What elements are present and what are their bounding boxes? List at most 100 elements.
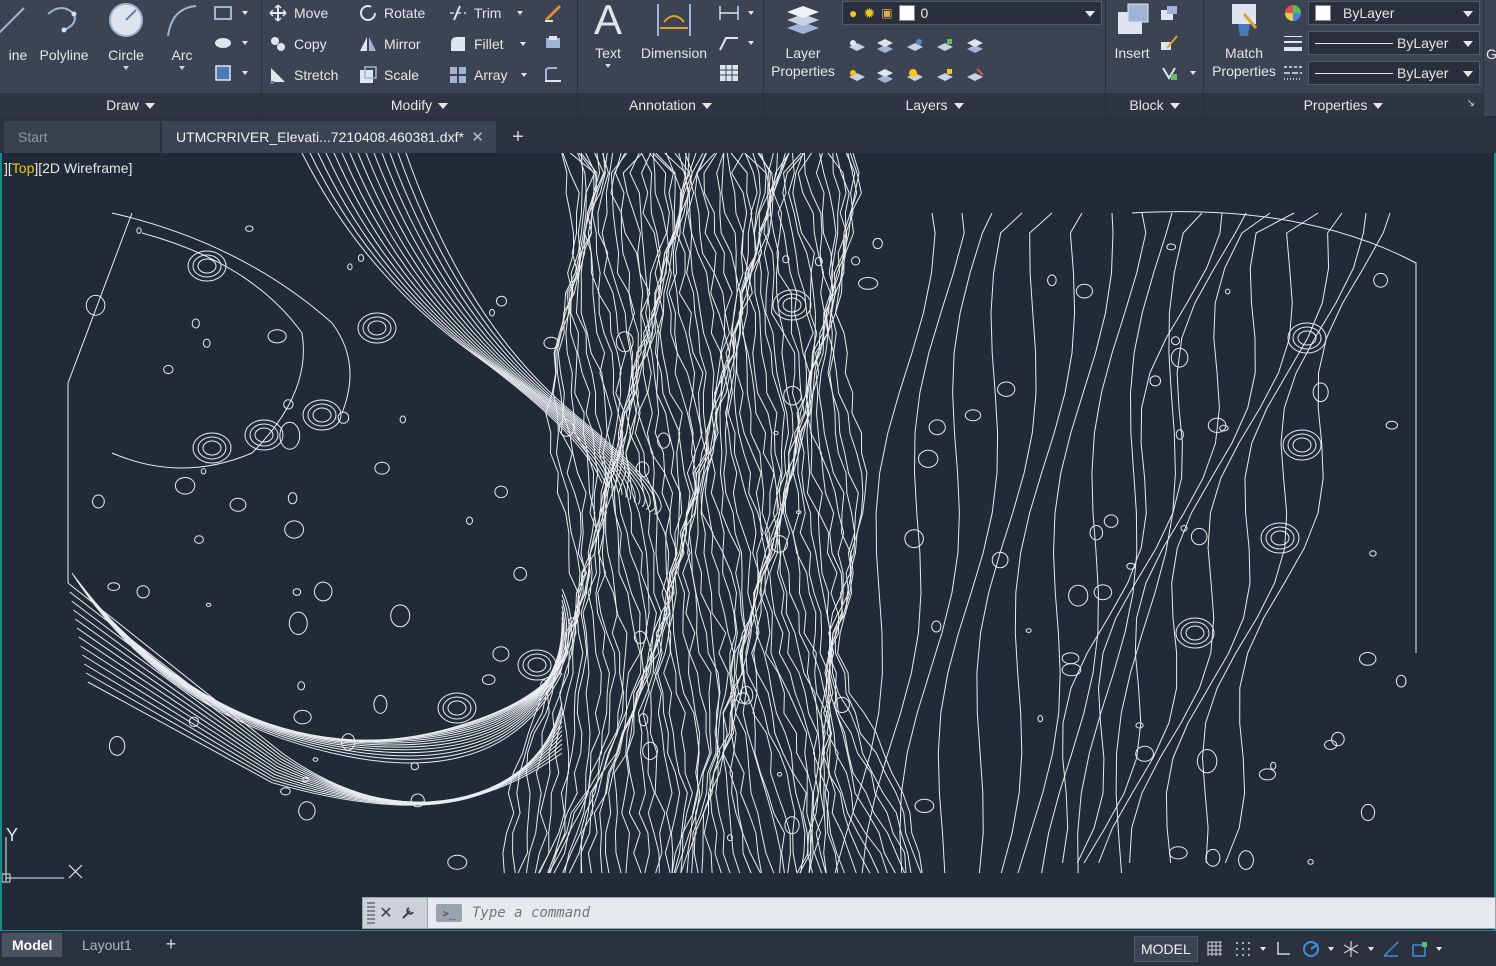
tab-layout1[interactable]: Layout1 (72, 933, 142, 957)
new-tab-button[interactable]: + (505, 127, 531, 149)
visual-style-label[interactable]: 2D Wireframe (42, 160, 128, 176)
object-snap-caret[interactable] (1435, 947, 1442, 951)
command-input[interactable] (472, 905, 872, 921)
dimension-tool[interactable]: Dimension (636, 0, 712, 62)
isodraft-icon[interactable] (1340, 938, 1362, 960)
panel-launcher-icon[interactable]: ↘ (1467, 98, 1475, 109)
layer-dropdown[interactable]: ● ✹ ▣ 0 (842, 1, 1102, 25)
hatch-caret[interactable] (242, 41, 248, 45)
annotation-panel-title[interactable]: Annotation (578, 93, 763, 117)
stretch-button[interactable]: Stretch (268, 63, 338, 87)
polar-tracking-icon[interactable] (1300, 938, 1322, 960)
object-snap-icon[interactable] (1408, 938, 1430, 960)
layer-tool-8[interactable] (904, 64, 926, 86)
copy-button[interactable]: Copy (268, 32, 327, 56)
create-block-tool[interactable] (1158, 2, 1180, 24)
linear-dim-caret[interactable] (748, 11, 754, 15)
fillet-caret[interactable] (519, 42, 526, 46)
layer-tool-3[interactable] (904, 34, 926, 56)
isodraft-caret[interactable] (1367, 947, 1374, 951)
lineweight-icon[interactable] (1282, 32, 1304, 54)
block-attr-tool[interactable] (1158, 62, 1180, 84)
tab-start[interactable]: Start (4, 121, 160, 153)
rectangle-caret[interactable] (242, 11, 248, 15)
match-properties-tool[interactable]: Match Properties (1206, 0, 1282, 80)
tab-active-drawing[interactable]: UTMCRRIVER_Elevati...7210408.460381.dxf*… (162, 121, 496, 153)
trim-caret[interactable] (517, 11, 524, 15)
trim-button[interactable]: Trim (448, 1, 524, 25)
lineweight-dropdown[interactable]: ByLayer (1308, 31, 1480, 55)
insert-tool[interactable]: Insert (1110, 0, 1154, 62)
erase-tool[interactable] (542, 2, 564, 24)
customize-wrench-icon[interactable] (397, 902, 419, 924)
text-dropdown-caret[interactable] (605, 64, 611, 68)
offset-tool[interactable] (542, 63, 564, 85)
linear-dim-tool[interactable] (718, 2, 740, 24)
linetype-dropdown[interactable]: ByLayer (1308, 61, 1480, 85)
model-space-button[interactable]: MODEL (1134, 936, 1198, 962)
polyline-tool[interactable]: Polyline (36, 2, 92, 64)
command-line-grip[interactable] (367, 902, 375, 924)
region-caret[interactable] (242, 71, 248, 75)
layers-panel-title[interactable]: Layers (764, 93, 1105, 117)
tab-model[interactable]: Model (2, 933, 63, 957)
move-label: Move (294, 5, 329, 21)
block-attr-caret[interactable] (1190, 71, 1196, 75)
hatch-tool[interactable] (212, 32, 234, 54)
circle-dropdown-caret[interactable] (123, 66, 129, 70)
layer-properties-tool[interactable]: Layer Properties (766, 0, 840, 80)
polar-caret[interactable] (1327, 947, 1334, 951)
array-caret[interactable] (521, 73, 528, 77)
draw-panel-title[interactable]: Draw (0, 93, 261, 117)
snap-caret[interactable] (1259, 947, 1266, 951)
add-layout-button[interactable]: + (160, 933, 182, 955)
contour-drawing (67, 153, 1417, 874)
layer-tool-10[interactable] (964, 64, 986, 86)
table-tool[interactable] (718, 62, 740, 84)
layer-tool-7[interactable] (874, 64, 896, 86)
mirror-button[interactable]: Mirror (358, 32, 421, 56)
layer-tool-5[interactable] (964, 34, 986, 56)
color-wheel-icon[interactable] (1282, 2, 1304, 24)
line-tool[interactable]: ine (0, 2, 32, 64)
layer-tool-4[interactable] (934, 34, 956, 56)
document-tab-bar: Start UTMCRRIVER_Elevati...7210408.46038… (0, 117, 1496, 153)
fillet-button[interactable]: Fillet (448, 32, 526, 56)
ortho-icon[interactable] (1272, 938, 1294, 960)
grid-icon[interactable] (1204, 938, 1226, 960)
command-line: ✕ >_ (362, 897, 1496, 929)
circle-tool[interactable]: Circle (104, 2, 148, 70)
leader-tool[interactable] (718, 32, 740, 54)
modify-panel-title[interactable]: Modify (262, 93, 577, 117)
properties-panel-title[interactable]: Properties ↘ (1204, 93, 1483, 117)
explode-tool[interactable] (542, 32, 564, 54)
close-tab-icon[interactable]: ✕ (471, 128, 484, 146)
rotate-button[interactable]: Rotate (358, 1, 425, 25)
layer-tool-6[interactable] (846, 64, 868, 86)
text-tool[interactable]: A Text (588, 0, 628, 68)
array-button[interactable]: Array (448, 63, 528, 87)
layer-tool-2[interactable] (874, 34, 896, 56)
block-panel-title[interactable]: Block (1106, 93, 1203, 117)
linetype-icon[interactable] (1282, 62, 1304, 84)
snap-grid-icon[interactable] (1232, 938, 1254, 960)
arc-dropdown-caret[interactable] (179, 66, 185, 70)
edit-block-tool[interactable] (1158, 32, 1180, 54)
arc-tool[interactable]: Arc (162, 2, 202, 70)
layer-tool-9[interactable] (934, 64, 956, 86)
layer-tool-1[interactable] (846, 34, 868, 56)
leader-caret[interactable] (748, 41, 754, 45)
region-tool[interactable] (212, 62, 234, 84)
move-button[interactable]: Move (268, 1, 328, 25)
model-space-canvas[interactable]: ][Top][2D Wireframe] Y (0, 153, 1496, 930)
command-input-box[interactable]: >_ (427, 898, 1495, 928)
command-prompt-icon[interactable]: >_ (436, 904, 462, 922)
color-dropdown[interactable]: ByLayer (1308, 1, 1480, 25)
scale-button[interactable]: Scale (358, 63, 419, 87)
viewport-controls[interactable]: ][Top][2D Wireframe] (4, 160, 132, 176)
object-snap-tracking-icon[interactable] (1380, 938, 1402, 960)
rectangle-tool[interactable] (212, 2, 234, 24)
view-cube-label[interactable]: Top (12, 160, 35, 176)
array-icon (448, 65, 468, 85)
close-command-line-icon[interactable]: ✕ (375, 902, 397, 924)
